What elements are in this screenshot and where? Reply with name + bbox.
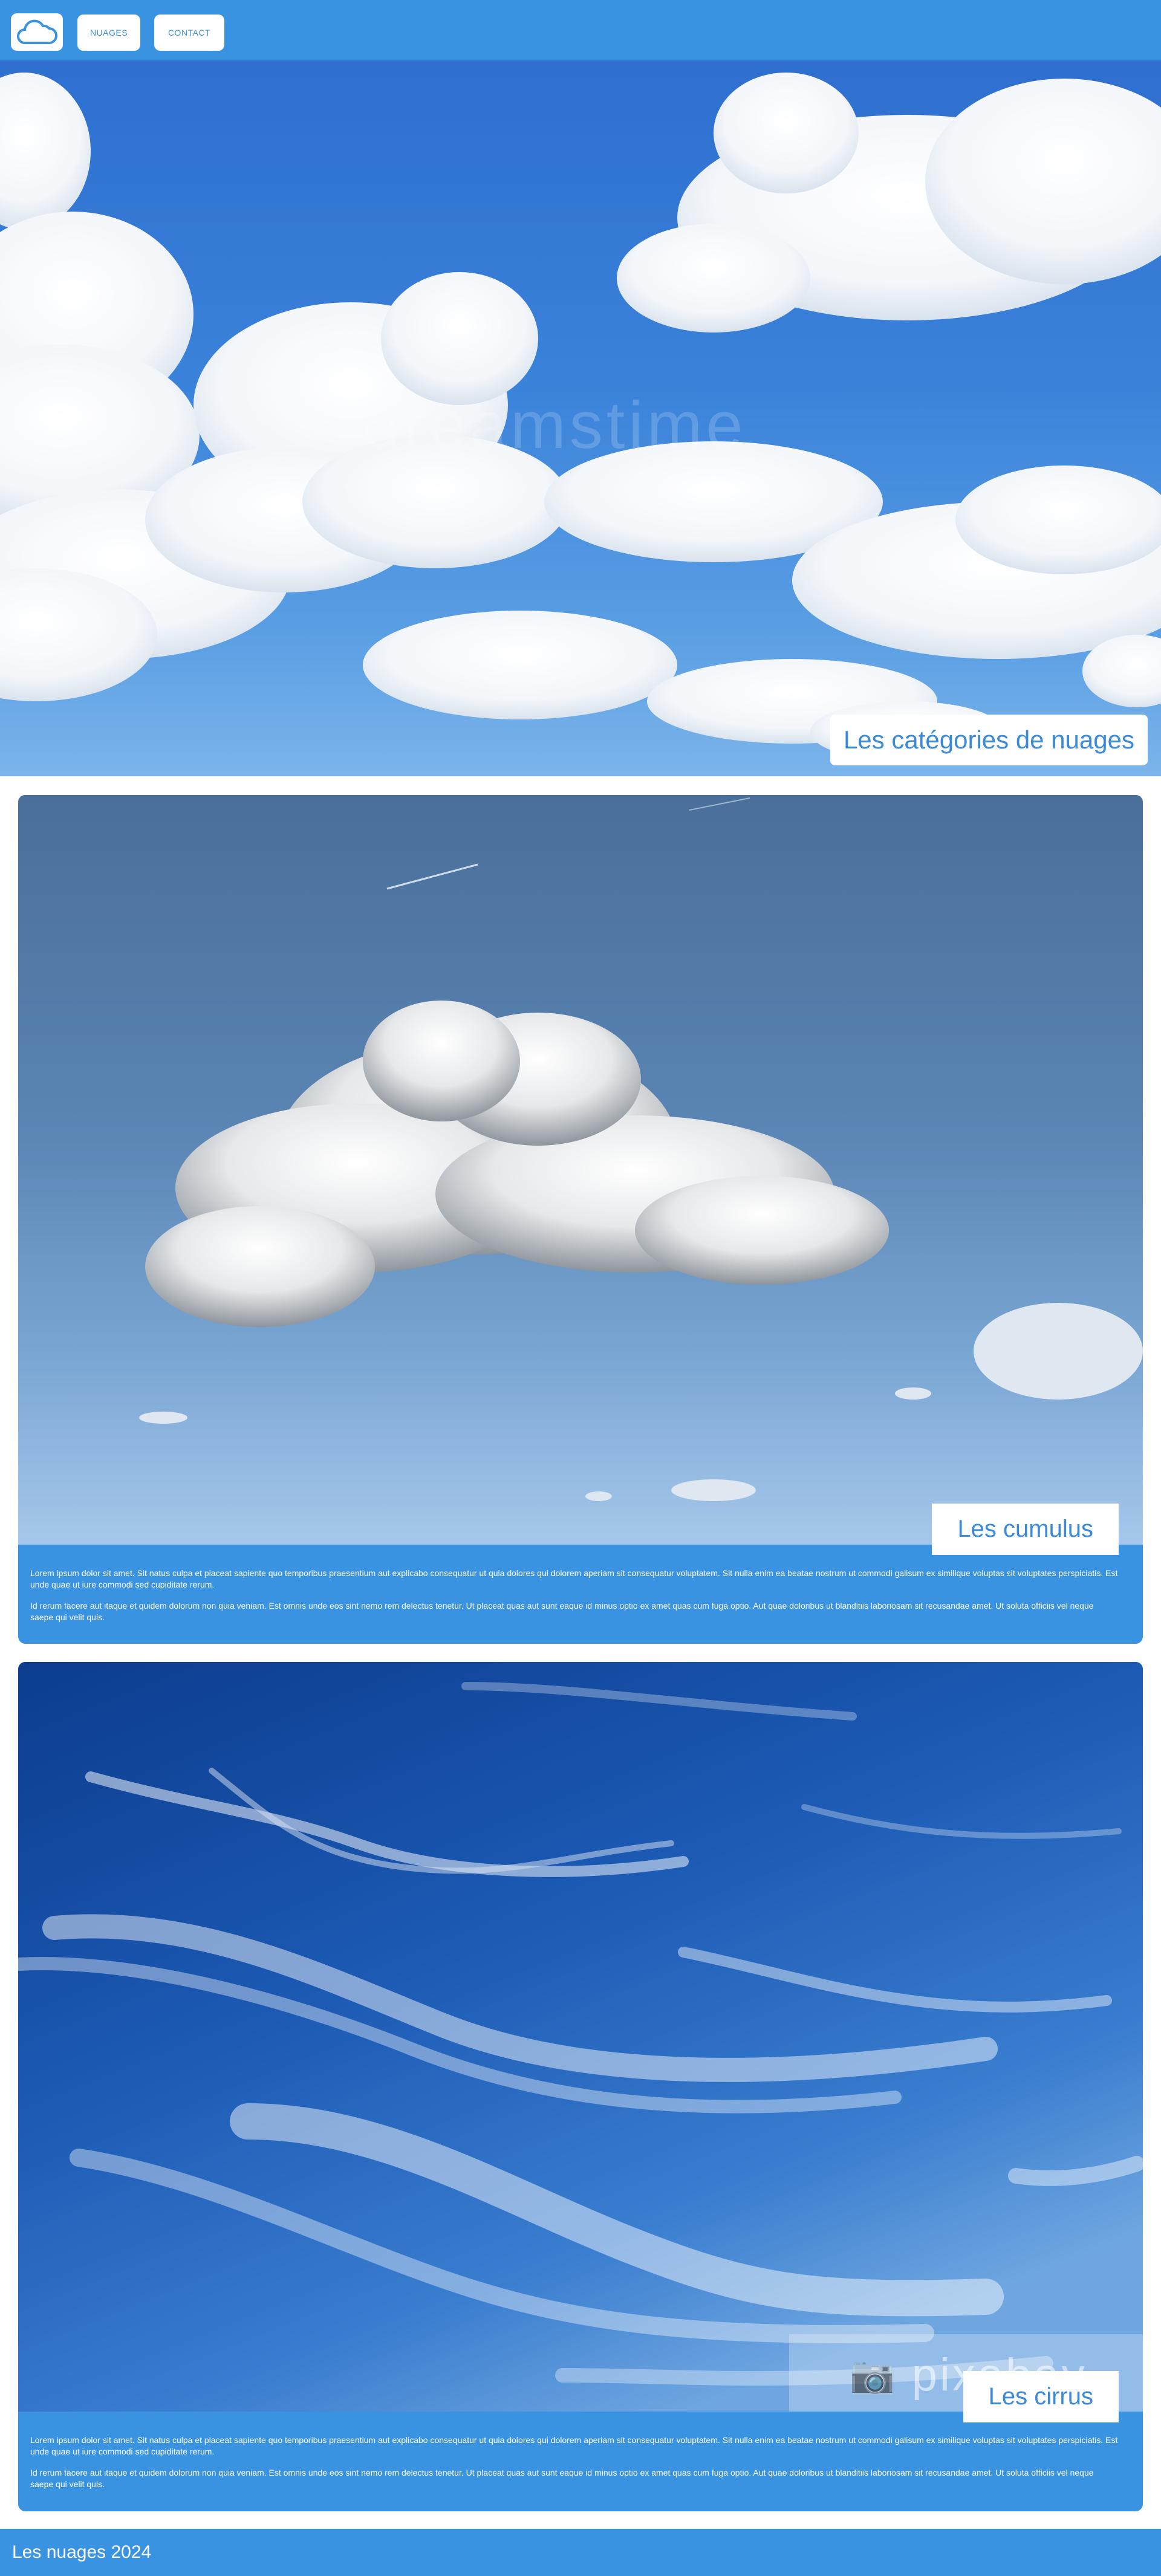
card-body: Lorem ipsum dolor sit amet. Sit natus cu… xyxy=(30,2435,1119,2490)
home-logo-button[interactable] xyxy=(11,13,63,51)
hero-title: Les catégories de nuages xyxy=(830,715,1148,765)
cloud-icon xyxy=(17,19,57,44)
footer: Les nuages 2024 xyxy=(0,2529,1161,2576)
card-title: Les cumulus xyxy=(932,1504,1119,1555)
cirrus-photo: 📷 pixabay xyxy=(18,1662,1143,2412)
card-paragraph: Lorem ipsum dolor sit amet. Sit natus cu… xyxy=(30,2435,1118,2456)
footer-text: Les nuages 2024 xyxy=(12,2542,152,2562)
card-body: Lorem ipsum dolor sit amet. Sit natus cu… xyxy=(30,1568,1119,1623)
camera-icon: 📷 xyxy=(850,2355,897,2395)
card-paragraph: Id rerum facere aut itaque et quidem dol… xyxy=(30,2468,1094,2489)
card-cumulus: Les cumulus Lorem ipsum dolor sit amet. … xyxy=(18,795,1143,1644)
cumulus-photo xyxy=(18,795,1143,1545)
nav-contact-button[interactable]: CONTACT xyxy=(154,15,224,51)
top-navbar: NUAGES CONTACT xyxy=(0,0,1161,60)
card-paragraph: Lorem ipsum dolor sit amet. Sit natus cu… xyxy=(30,1568,1118,1589)
card-title: Les cirrus xyxy=(963,2371,1119,2422)
cumulus-image xyxy=(18,795,1143,1545)
cirrus-image xyxy=(18,1662,1143,2412)
card-paragraph: Id rerum facere aut itaque et quidem dol… xyxy=(30,1601,1094,1622)
hero-watermark: dreamstime xyxy=(363,388,747,462)
hero-banner: dreamstime Les catégories de nuages xyxy=(0,60,1161,776)
card-cirrus: 📷 pixabay Les cirrus Lorem ipsum dolor s… xyxy=(18,1662,1143,2511)
nav-nuages-button[interactable]: NUAGES xyxy=(77,15,140,51)
